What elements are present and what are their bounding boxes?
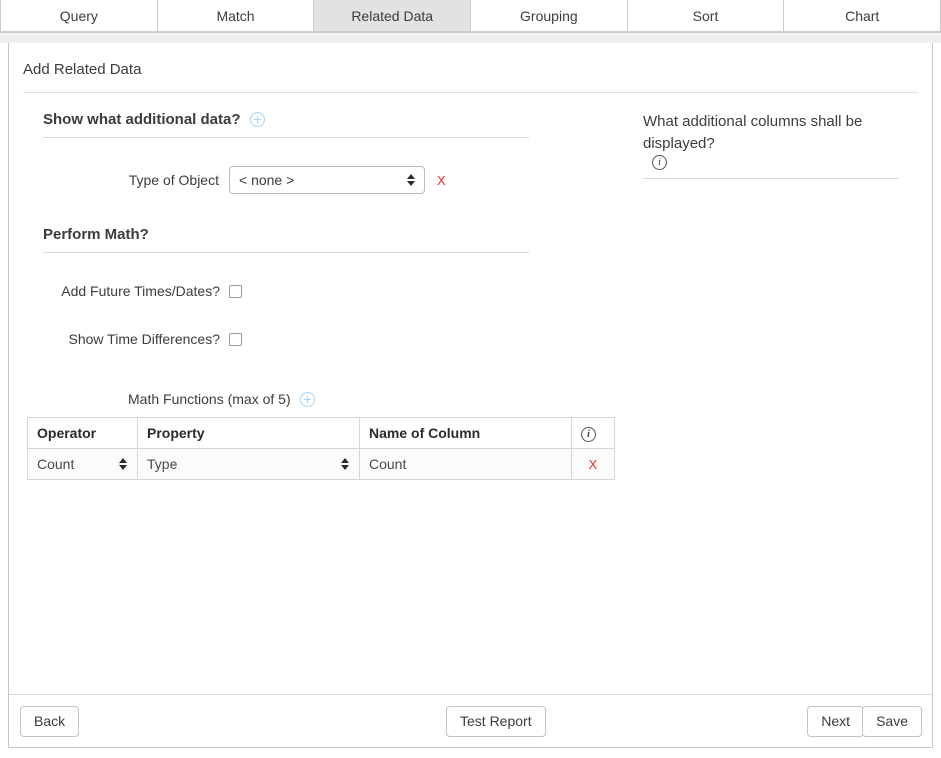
remove-math-function-button[interactable]: X	[589, 457, 598, 472]
next-button[interactable]: Next	[807, 705, 864, 737]
type-of-object-value: < none >	[239, 172, 295, 188]
show-time-differences-row: Show Time Differences?	[9, 331, 621, 347]
page-title: Add Related Data	[23, 61, 142, 78]
add-future-times-checkbox[interactable]	[229, 284, 242, 298]
show-additional-data-heading: Show what additional data?	[9, 101, 621, 128]
add-related-data-plus-icon[interactable]	[249, 112, 265, 127]
cell-property[interactable]: Type	[137, 448, 360, 480]
right-column: What additional columns shall be display…	[621, 101, 932, 480]
chevron-updown-icon	[341, 457, 350, 471]
math-functions-label: Math Functions (max of 5)	[128, 391, 291, 407]
table-header-row: Operator Property Name of Column i	[27, 417, 615, 449]
type-of-object-label: Type of Object	[128, 172, 219, 188]
show-additional-data-label: Show what additional data?	[43, 111, 241, 128]
tab-grouping[interactable]: Grouping	[471, 0, 628, 32]
remove-type-of-object-button[interactable]: X	[437, 173, 446, 188]
related-data-panel: Add Related Data Show what additional da…	[8, 43, 933, 748]
show-time-differences-label: Show Time Differences?	[68, 331, 220, 347]
tab-match[interactable]: Match	[157, 0, 315, 32]
operator-select[interactable]: Count	[37, 449, 128, 479]
column-header-property: Property	[137, 417, 360, 449]
property-select[interactable]: Type	[147, 449, 350, 479]
property-value: Type	[147, 456, 178, 472]
type-of-object-row: Type of Object < none > X	[9, 166, 621, 194]
chevron-updown-icon	[407, 173, 416, 187]
show-additional-data-divider	[43, 137, 529, 138]
perform-math-heading: Perform Math?	[9, 216, 621, 243]
operator-value: Count	[37, 456, 75, 472]
math-functions-table: Operator Property Name of Column i Count	[27, 417, 615, 480]
type-of-object-select[interactable]: < none >	[229, 166, 425, 194]
perform-math-label: Perform Math?	[43, 226, 149, 243]
cell-operator[interactable]: Count	[27, 448, 138, 480]
test-report-button[interactable]: Test Report	[446, 705, 546, 737]
name-of-column-input[interactable]: Count	[369, 456, 406, 472]
column-header-info: i	[571, 417, 615, 449]
tab-bar: Query Match Related Data Grouping Sort C…	[0, 0, 941, 33]
cell-remove: X	[571, 448, 615, 480]
additional-columns-label: What additional columns shall be display…	[643, 113, 863, 152]
add-math-function-plus-icon[interactable]	[299, 391, 315, 407]
tab-panel-gap	[0, 33, 941, 43]
left-column: Show what additional data? Type of Objec…	[9, 101, 621, 480]
footer-toolbar: Back Test Report Next Save	[9, 694, 932, 747]
save-button[interactable]: Save	[862, 705, 922, 737]
additional-columns-divider	[643, 178, 899, 179]
tab-sort[interactable]: Sort	[627, 0, 785, 32]
math-functions-caption: Math Functions (max of 5)	[9, 391, 621, 407]
tab-related-data[interactable]: Related Data	[314, 0, 472, 32]
info-circle-icon[interactable]: i	[652, 155, 667, 170]
add-future-times-row: Add Future Times/Dates?	[9, 283, 621, 299]
info-circle-icon[interactable]: i	[581, 427, 596, 442]
chevron-updown-icon	[119, 457, 128, 471]
back-button[interactable]: Back	[20, 705, 80, 737]
table-row: Count Type Count X	[27, 448, 615, 480]
additional-columns-heading: What additional columns shall be display…	[621, 101, 932, 170]
panel-body: Show what additional data? Type of Objec…	[9, 93, 932, 480]
cell-name-of-column[interactable]: Count	[359, 448, 572, 480]
perform-math-divider	[43, 252, 529, 253]
tab-chart[interactable]: Chart	[784, 0, 941, 32]
column-header-name-of-column: Name of Column	[359, 417, 572, 449]
column-header-operator: Operator	[27, 417, 138, 449]
tab-query[interactable]: Query	[0, 0, 158, 32]
show-time-differences-checkbox[interactable]	[229, 332, 242, 346]
add-future-times-label: Add Future Times/Dates?	[61, 283, 220, 299]
